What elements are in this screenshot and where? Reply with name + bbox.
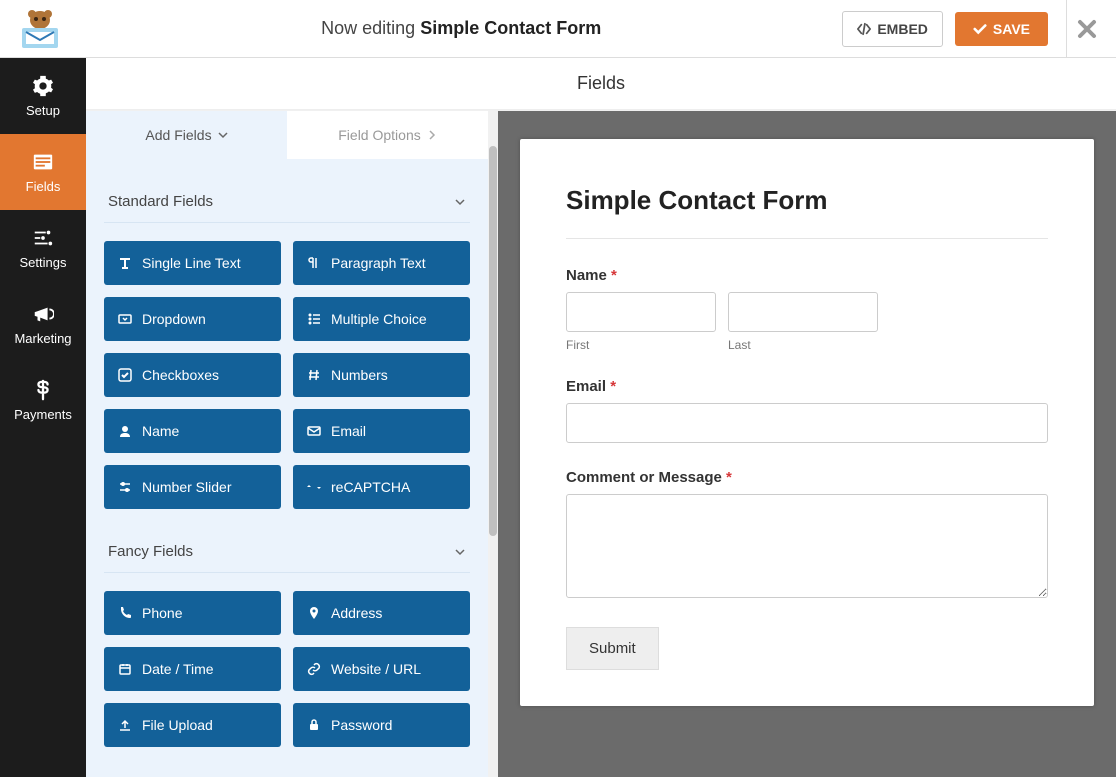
- close-button[interactable]: [1066, 0, 1106, 58]
- section-standard-fields[interactable]: Standard Fields: [104, 181, 470, 223]
- field-number-slider[interactable]: Number Slider: [104, 465, 281, 509]
- field-phone[interactable]: Phone: [104, 591, 281, 635]
- last-name-input[interactable]: [728, 292, 878, 332]
- code-icon: [857, 22, 871, 36]
- checkbox-icon: [118, 368, 132, 382]
- check-icon: [973, 22, 987, 36]
- field-email[interactable]: Email: [293, 409, 470, 453]
- close-icon: [1077, 19, 1097, 39]
- email-input[interactable]: [566, 403, 1048, 443]
- nav-label: Settings: [20, 255, 67, 270]
- field-checkboxes[interactable]: Checkboxes: [104, 353, 281, 397]
- user-icon: [118, 424, 132, 438]
- chevron-down-icon: [218, 130, 228, 140]
- email-label: Email *: [566, 378, 1048, 395]
- sliders-icon: [32, 227, 54, 249]
- nav-setup[interactable]: Setup: [0, 58, 86, 134]
- nav-label: Payments: [14, 407, 72, 422]
- side-nav: Setup Fields Settings Marketing Payments: [0, 58, 86, 777]
- field-date-time[interactable]: Date / Time: [104, 647, 281, 691]
- link-icon: [307, 662, 321, 676]
- phone-icon: [118, 606, 132, 620]
- field-dropdown[interactable]: Dropdown: [104, 297, 281, 341]
- field-multiple-choice[interactable]: Multiple Choice: [293, 297, 470, 341]
- field-address[interactable]: Address: [293, 591, 470, 635]
- chevron-down-icon: [454, 196, 466, 208]
- app-logo: [0, 0, 80, 58]
- paragraph-icon: [307, 256, 321, 270]
- nav-label: Marketing: [14, 331, 71, 346]
- sliders-icon: [118, 480, 132, 494]
- section-fancy-fields[interactable]: Fancy Fields: [104, 531, 470, 573]
- panel-scrollbar[interactable]: [488, 111, 498, 777]
- content-heading: Fields: [86, 58, 1116, 110]
- email-icon: [307, 424, 321, 438]
- tab-field-options[interactable]: Field Options: [287, 111, 488, 159]
- upload-icon: [118, 718, 132, 732]
- nav-settings[interactable]: Settings: [0, 210, 86, 286]
- field-numbers[interactable]: Numbers: [293, 353, 470, 397]
- chevron-right-icon: [427, 130, 437, 140]
- save-button[interactable]: SAVE: [955, 12, 1048, 46]
- first-sublabel: First: [566, 338, 716, 352]
- hash-icon: [307, 368, 321, 382]
- text-icon: [118, 256, 132, 270]
- fields-panel: Add Fields Field Options Standard Fields: [86, 111, 488, 777]
- bullhorn-icon: [32, 303, 54, 325]
- pin-icon: [307, 606, 321, 620]
- calendar-icon: [118, 662, 132, 676]
- gear-icon: [32, 75, 54, 97]
- nav-label: Fields: [26, 179, 61, 194]
- field-website-url[interactable]: Website / URL: [293, 647, 470, 691]
- field-file-upload[interactable]: File Upload: [104, 703, 281, 747]
- form-title: Simple Contact Form: [566, 185, 1048, 239]
- form-icon: [32, 151, 54, 173]
- message-label: Comment or Message *: [566, 469, 1048, 486]
- last-sublabel: Last: [728, 338, 878, 352]
- dollar-icon: [32, 379, 54, 401]
- lock-icon: [307, 718, 321, 732]
- field-password[interactable]: Password: [293, 703, 470, 747]
- name-label: Name *: [566, 267, 1048, 284]
- nav-label: Setup: [26, 103, 60, 118]
- nav-marketing[interactable]: Marketing: [0, 286, 86, 362]
- nav-fields[interactable]: Fields: [0, 134, 86, 210]
- submit-button[interactable]: Submit: [566, 627, 659, 670]
- page-title: Now editing Simple Contact Form: [80, 18, 842, 39]
- embed-button[interactable]: EMBED: [842, 11, 943, 47]
- first-name-input[interactable]: [566, 292, 716, 332]
- message-textarea[interactable]: [566, 494, 1048, 598]
- field-paragraph-text[interactable]: Paragraph Text: [293, 241, 470, 285]
- list-icon: [307, 312, 321, 326]
- field-single-line-text[interactable]: Single Line Text: [104, 241, 281, 285]
- dropdown-icon: [118, 312, 132, 326]
- nav-payments[interactable]: Payments: [0, 362, 86, 438]
- field-name[interactable]: Name: [104, 409, 281, 453]
- field-recaptcha[interactable]: reCAPTCHA: [293, 465, 470, 509]
- tab-add-fields[interactable]: Add Fields: [86, 111, 287, 159]
- form-preview: Simple Contact Form Name * First Last: [498, 111, 1116, 777]
- chevron-down-icon: [454, 546, 466, 558]
- recaptcha-icon: [307, 480, 321, 494]
- app-header: Now editing Simple Contact Form EMBED SA…: [0, 0, 1116, 58]
